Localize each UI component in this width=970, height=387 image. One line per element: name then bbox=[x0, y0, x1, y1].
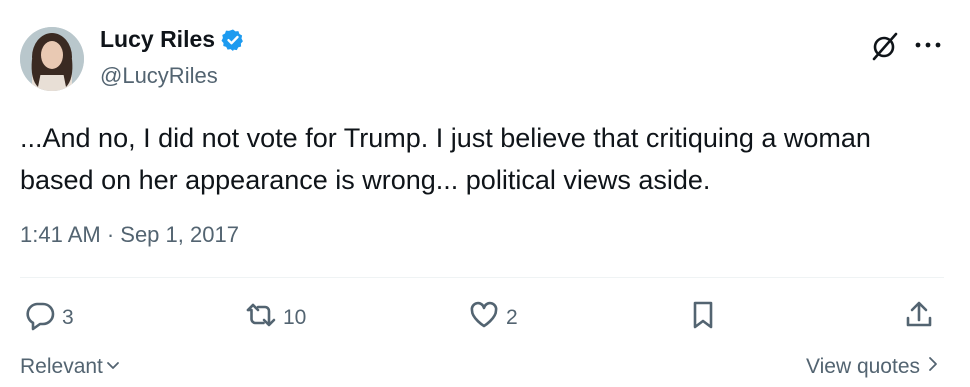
bookmark-button[interactable] bbox=[687, 299, 719, 337]
sort-label: Relevant bbox=[20, 355, 103, 378]
more-options-icon[interactable] bbox=[914, 38, 942, 52]
like-button[interactable]: 2 bbox=[468, 299, 518, 337]
avatar[interactable] bbox=[20, 27, 84, 91]
view-quotes-link[interactable]: View quotes bbox=[806, 355, 940, 379]
chevron-right-icon bbox=[926, 355, 940, 379]
verified-badge-icon bbox=[221, 28, 245, 52]
retweet-icon bbox=[245, 299, 277, 337]
share-icon bbox=[903, 299, 935, 337]
grok-icon[interactable] bbox=[870, 31, 900, 61]
reply-icon bbox=[24, 299, 56, 337]
like-count: 2 bbox=[506, 306, 518, 329]
heart-icon bbox=[468, 299, 500, 337]
share-button[interactable] bbox=[903, 299, 935, 337]
action-bar: 3 10 2 bbox=[20, 299, 950, 339]
view-quotes-label: View quotes bbox=[805, 355, 920, 378]
author-name[interactable]: Lucy Riles bbox=[100, 26, 215, 53]
reply-count: 3 bbox=[62, 306, 74, 329]
chevron-down-icon bbox=[105, 355, 121, 379]
retweet-button[interactable]: 10 bbox=[245, 299, 306, 337]
retweet-count: 10 bbox=[283, 306, 307, 329]
tweet-timestamp[interactable]: 1:41 AM · Sep 1, 2017 bbox=[20, 222, 239, 248]
author-handle[interactable]: @LucyRiles bbox=[100, 63, 218, 89]
bookmark-icon bbox=[687, 299, 719, 337]
sort-dropdown[interactable]: Relevant bbox=[20, 355, 121, 379]
reply-button[interactable]: 3 bbox=[24, 299, 74, 337]
divider bbox=[20, 277, 944, 278]
tweet-text: ...And no, I did not vote for Trump. I j… bbox=[20, 123, 871, 195]
